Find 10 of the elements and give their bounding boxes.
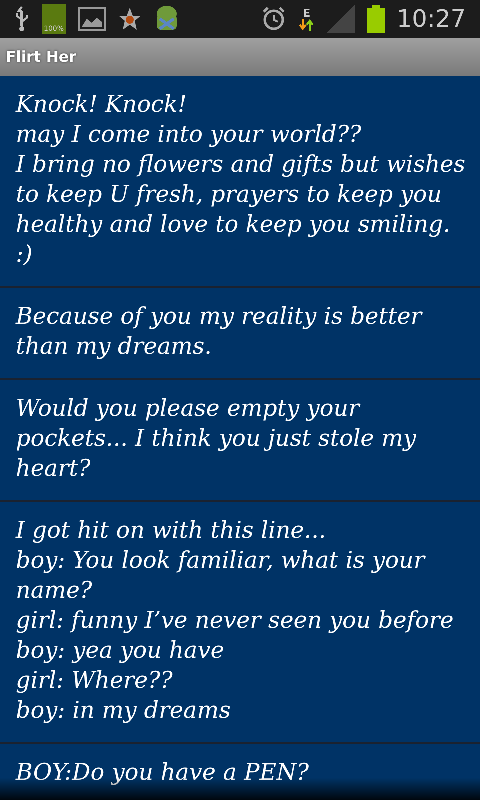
battery-full-icon [366, 5, 385, 33]
usb-icon [14, 6, 30, 32]
signal-icon [326, 5, 355, 33]
data-arrows-icon [298, 18, 315, 30]
app-title: Flirt Her [6, 48, 76, 66]
clock-time: 10:27 [396, 5, 466, 33]
star-icon [118, 7, 142, 31]
picture-icon [78, 7, 106, 31]
network-type: E [303, 8, 311, 18]
alarm-icon [260, 6, 287, 32]
